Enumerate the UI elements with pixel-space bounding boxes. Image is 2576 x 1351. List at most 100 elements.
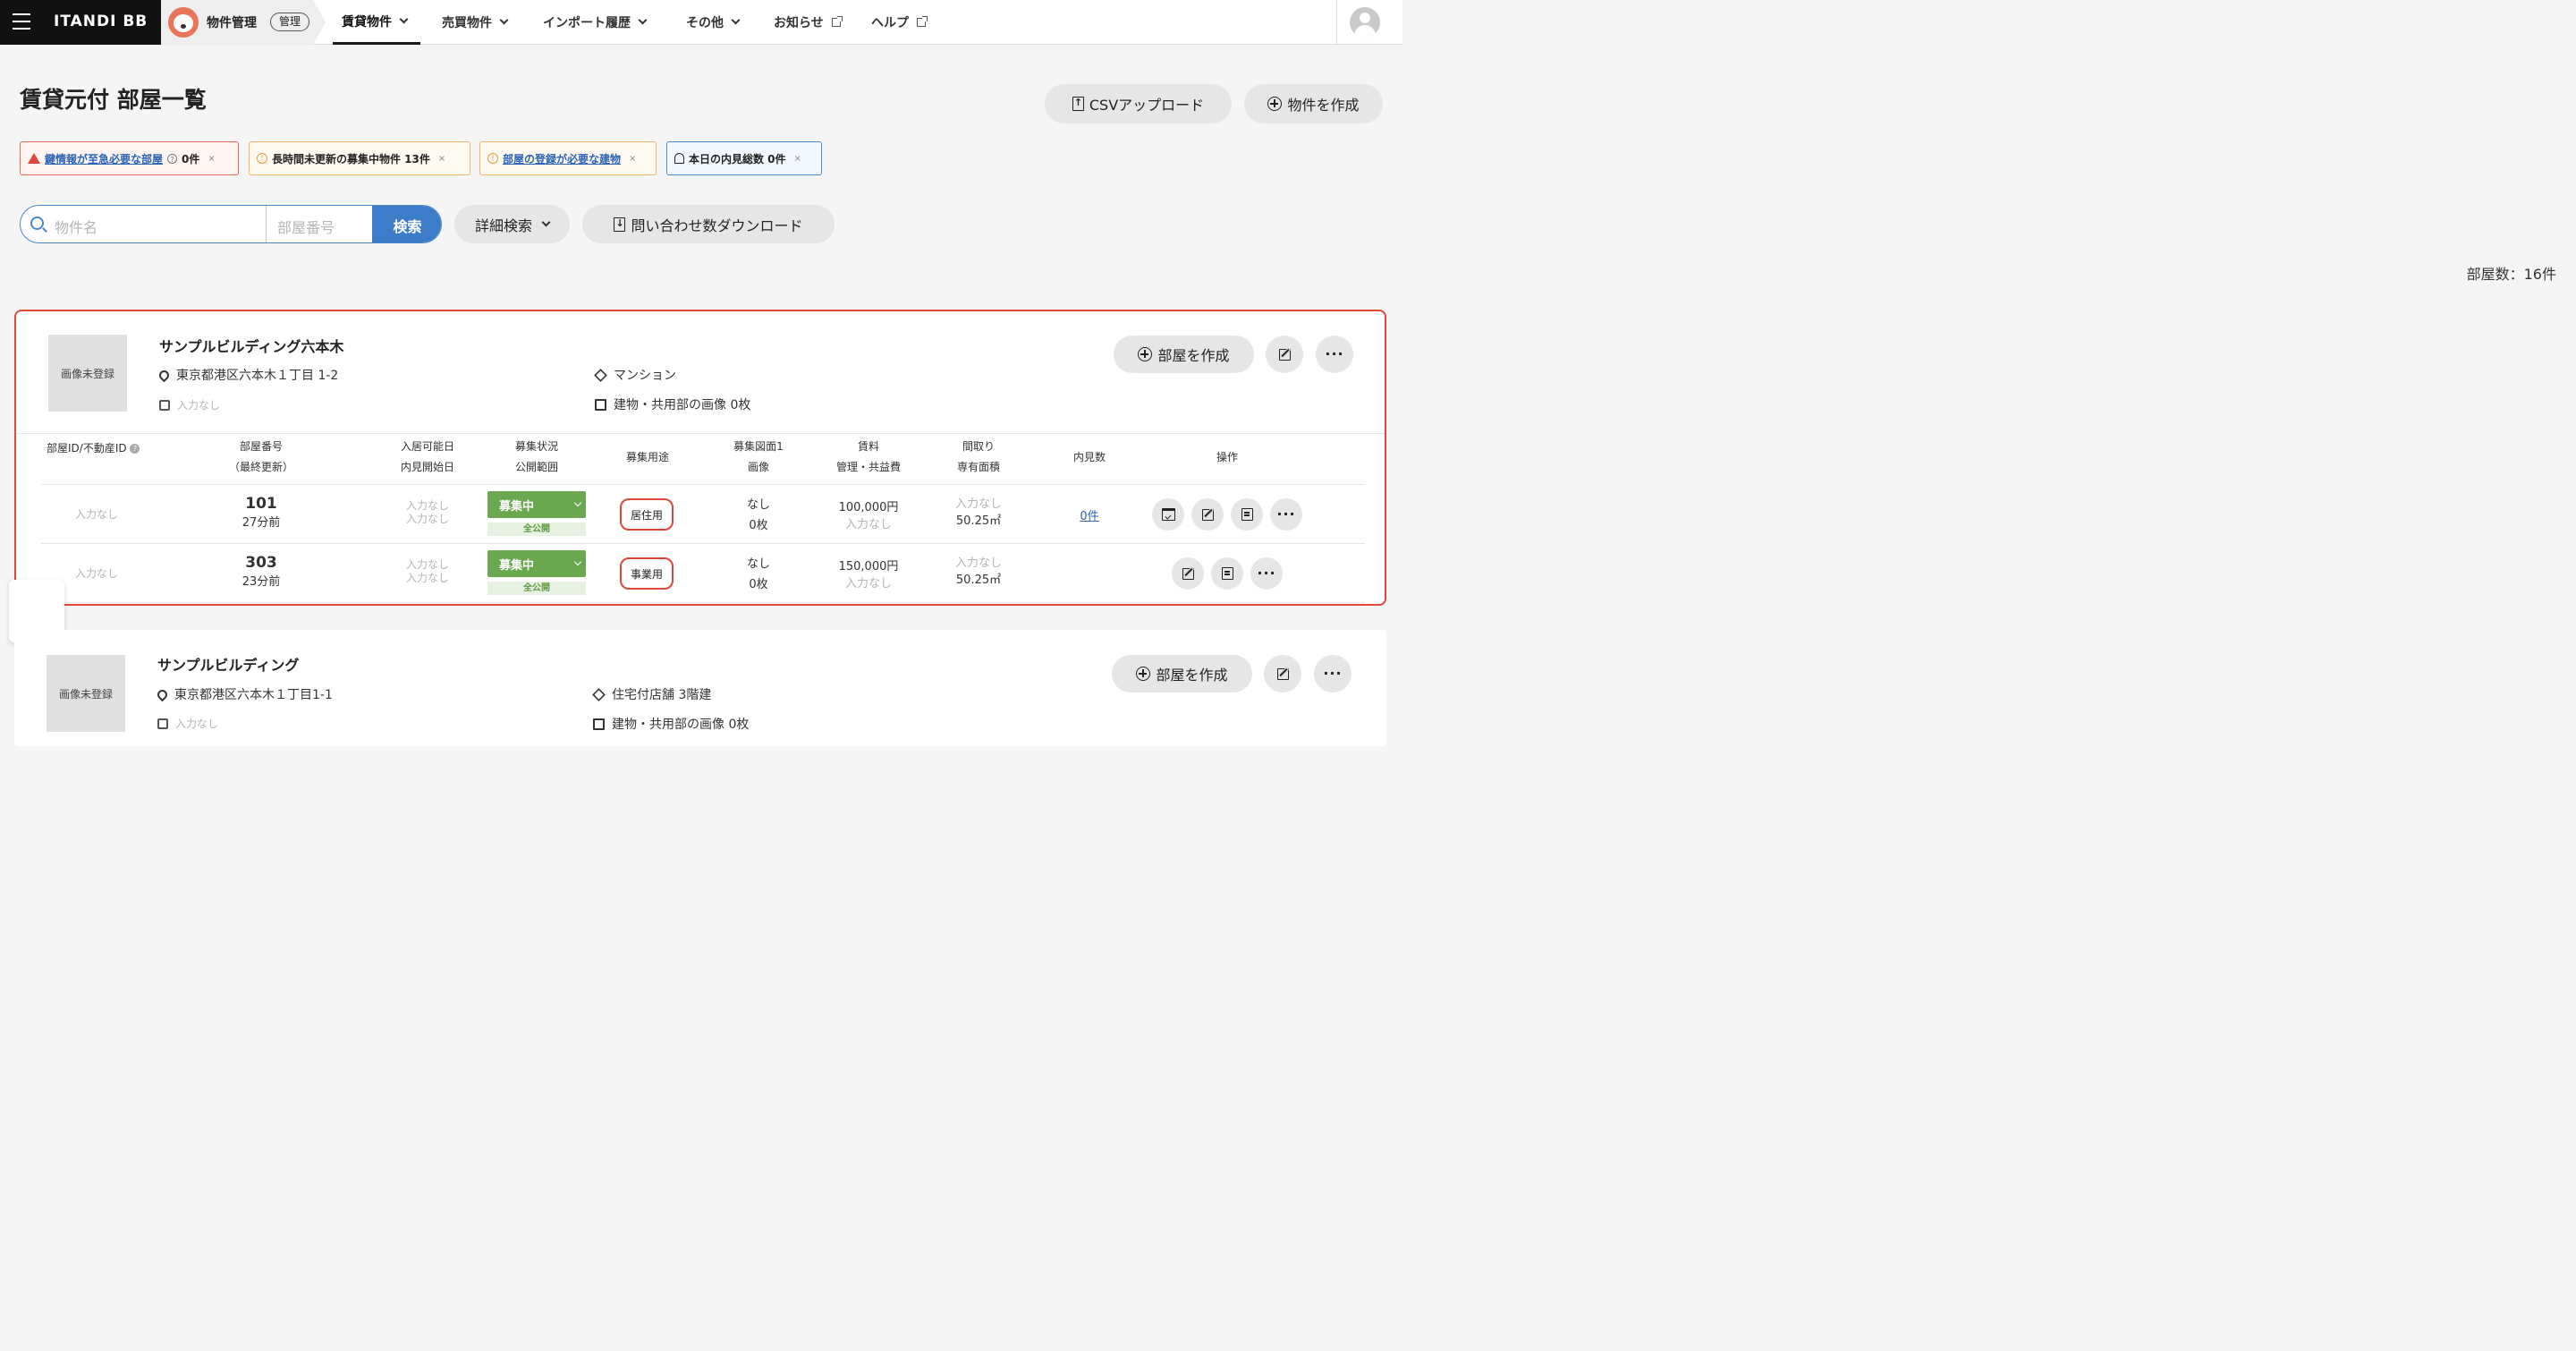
alert-building-registration-link[interactable]: 部屋の登録が必要な建物 [503,151,621,166]
page-title: 賃貸元付 部屋一覧 [20,87,207,113]
building-station-text: 入力なし [175,718,219,730]
help-icon[interactable]: ? [130,444,140,454]
col-status-label: 募集状況 [514,440,558,453]
menu-icon[interactable] [13,13,30,30]
close-icon[interactable]: × [208,154,215,164]
close-icon[interactable]: × [438,154,445,164]
logo[interactable]: ITANDI BB [54,13,148,30]
download-inquiries-button[interactable]: 問い合わせ数ダウンロード [582,205,835,243]
col-scope-label: 公開範囲 [514,461,558,473]
room-number-cell[interactable]: 101 27分前 [208,495,315,530]
room-number[interactable]: 101 [208,495,315,513]
csv-upload-button[interactable]: CSVアップロード [1045,84,1232,123]
chevron-down-icon [638,15,648,25]
nav-news-label: お知らせ [774,16,824,30]
note-edit-icon [1241,508,1253,521]
room-updated: 27分前 [242,516,281,530]
app-name[interactable]: 物件管理 [207,13,257,31]
room-number-cell[interactable]: 303 23分前 [208,554,315,589]
more-icon: ··· [1325,345,1344,362]
chevron-down-icon [399,14,409,23]
building-name[interactable]: サンプルビルディング六本木 [159,335,343,356]
building-thumbnail[interactable]: 画像未登録 [48,335,127,412]
edit-room-button[interactable] [1172,557,1204,590]
col-usage: 募集用途 [625,451,669,463]
building-type: マンション [594,366,676,384]
nav-news[interactable]: お知らせ [774,0,843,45]
avatar-icon[interactable] [1350,7,1380,38]
nav-other-label: その他 [686,16,724,30]
close-icon[interactable]: × [629,154,636,164]
more-icon: ··· [1276,506,1296,523]
building-type: 住宅付店舗 3階建 [592,685,711,703]
info-icon: ! [487,153,498,164]
col-layout-label: 間取り [962,440,995,453]
alert-key-info[interactable]: 鍵情報が至急必要な部屋 ? 0件 × [20,141,239,175]
status-dropdown[interactable]: 募集中 [487,491,586,518]
plus-circle-icon [1267,97,1283,111]
top-bar: ITANDI BB 物件管理 管理 賃貸物件 売買物件 インポート履歴 その他 … [0,0,1402,45]
fee-value: 入力なし [844,577,892,591]
col-area-label: 専有面積 [956,461,1000,473]
col-actions: 操作 [1216,451,1238,463]
room-viewing-start: 入力なし [405,513,449,525]
col-move-in-label: 入居可能日 [400,440,454,453]
edit-building-button[interactable] [1266,336,1303,373]
nav-help[interactable]: ヘルプ [871,0,928,45]
chevron-down-icon [731,15,741,25]
nav-import[interactable]: インポート履歴 [543,0,648,45]
rent-value: 100,000円 [838,501,899,514]
building-more-button[interactable]: ··· [1314,655,1352,692]
public-scope-badge: 全公開 [487,582,586,595]
alert-viewings-today[interactable]: 本日の内見総数 0件 × [666,141,822,175]
chevron-down-icon [573,498,582,507]
advanced-search-button[interactable]: 詳細検索 [454,205,570,243]
fee-value: 入力なし [844,518,892,531]
search-button[interactable]: 検索 [372,206,441,242]
alert-building-registration[interactable]: ! 部屋の登録が必要な建物 × [479,141,657,175]
building-images: 建物・共用部の画像 0枚 [593,715,749,733]
col-viewing-start-label: 内見開始日 [400,461,454,473]
help-icon[interactable]: ? [167,153,178,164]
property-name-input[interactable]: 物件名 [55,216,97,237]
create-room-button[interactable]: 部屋を作成 [1114,336,1254,373]
building-more-button[interactable]: ··· [1316,336,1353,373]
image-count: 0枚 [749,578,768,591]
area-value: 50.25㎡ [955,514,1002,528]
edit-building-button[interactable] [1264,655,1301,692]
download-inquiries-label: 問い合わせ数ダウンロード [631,217,803,234]
room-number[interactable]: 303 [208,554,315,572]
alert-stale-listings[interactable]: ! 長時間未更新の募集中物件 13件 × [249,141,470,175]
viewings-link[interactable]: 0件 [1045,506,1134,523]
building-address: 東京都港区六本木１丁目1-1 [155,685,333,703]
create-property-button[interactable]: 物件を作成 [1244,84,1383,123]
nav-rent[interactable]: 賃貸物件 [333,0,420,45]
nav-sale[interactable]: 売買物件 [442,0,509,45]
user-menu[interactable] [1336,0,1402,45]
col-room-id-label: 部屋ID/不動産ID [47,442,127,455]
nav-import-label: インポート履歴 [543,16,631,30]
room-id: 入力なし [74,567,118,580]
col-room-no-label: 部屋番号 [239,440,283,453]
plus-circle-icon [1138,347,1153,361]
floorplan-value: なし [746,557,770,571]
alert-key-info-link[interactable]: 鍵情報が至急必要な部屋 [45,151,163,166]
image-icon [593,718,605,730]
create-room-button[interactable]: 部屋を作成 [1112,655,1252,692]
building-station-text: 入力なし [177,399,221,412]
note-button[interactable] [1231,498,1263,531]
close-icon[interactable]: × [794,154,801,164]
schedule-button[interactable] [1152,498,1184,531]
building-name[interactable]: サンプルビルディング [157,653,299,675]
edit-room-button[interactable] [1191,498,1224,531]
download-icon [614,217,626,232]
location-pin-icon [155,687,170,701]
room-more-button[interactable]: ··· [1270,498,1302,531]
room-number-input[interactable]: 部屋番号 [277,216,335,237]
nav-other[interactable]: その他 [686,0,741,45]
edit-icon [1201,508,1214,521]
note-button[interactable] [1211,557,1243,590]
room-more-button[interactable]: ··· [1250,557,1283,590]
building-thumbnail[interactable]: 画像未登録 [47,655,125,732]
status-dropdown[interactable]: 募集中 [487,550,586,577]
